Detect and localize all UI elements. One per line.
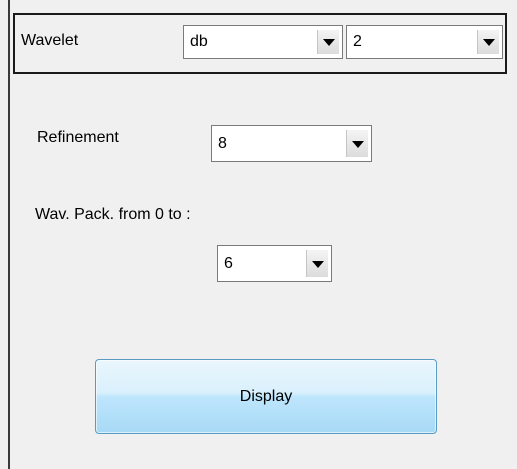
wavelet-family-select[interactable]: db bbox=[183, 25, 343, 59]
display-button-label: Display bbox=[239, 387, 293, 405]
wavpack-value: 6 bbox=[224, 254, 233, 272]
wavpack-select[interactable]: 6 bbox=[217, 245, 332, 282]
wavelet-order-value: 2 bbox=[353, 33, 362, 50]
wavelet-order-select[interactable]: 2 bbox=[346, 25, 503, 59]
chevron-down-icon bbox=[311, 260, 324, 268]
refinement-dropdown-button[interactable] bbox=[346, 130, 368, 157]
wavelet-family-dropdown-button[interactable] bbox=[317, 30, 339, 54]
wavelet-frame: Wavelet db 2 bbox=[13, 13, 507, 74]
panel-left-border bbox=[8, 0, 10, 469]
wavelet-family-value: db bbox=[190, 33, 208, 50]
chevron-down-icon bbox=[482, 39, 495, 46]
refinement-select[interactable]: 8 bbox=[211, 125, 372, 162]
wavpack-label: Wav. Pack. from 0 to : bbox=[35, 206, 191, 223]
refinement-value: 8 bbox=[218, 134, 227, 152]
wavelet-order-dropdown-button[interactable] bbox=[477, 30, 499, 54]
wavpack-dropdown-button[interactable] bbox=[306, 250, 328, 277]
chevron-down-icon bbox=[351, 140, 364, 148]
refinement-label: Refinement bbox=[37, 129, 119, 146]
wavelet-label: Wavelet bbox=[21, 32, 79, 49]
chevron-down-icon bbox=[322, 39, 335, 46]
display-button[interactable]: Display bbox=[95, 359, 437, 434]
